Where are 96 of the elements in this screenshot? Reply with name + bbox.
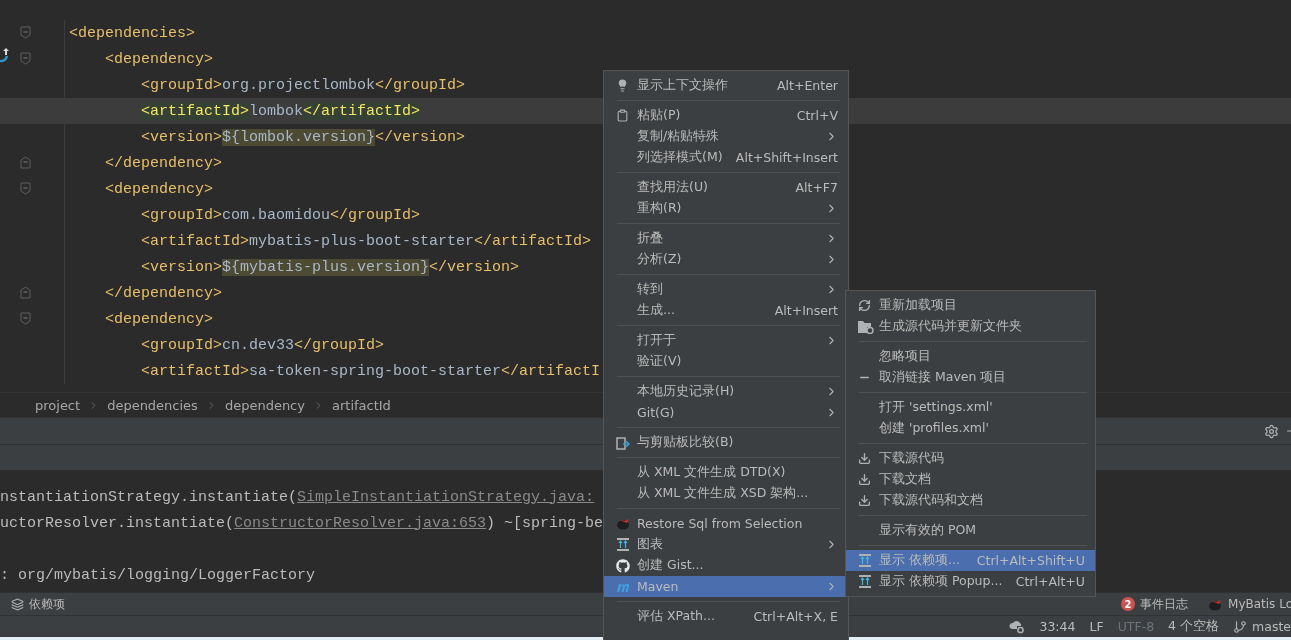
menu-item[interactable]: 打开于 [604, 330, 848, 351]
shortcut-text: Ctrl+Alt+X, E [753, 609, 838, 624]
code-line: <groupId>cn.dev33</groupId> [141, 336, 385, 354]
diagram-icon [858, 575, 872, 588]
breadcrumb-item[interactable]: artifactId [331, 397, 391, 413]
menu-item[interactable]: 从 XML 文件生成 DTD(X) [604, 462, 848, 483]
shortcut-text: Ctrl+Alt+U [1015, 574, 1085, 589]
menu-item[interactable]: 验证(V) [604, 351, 848, 372]
console-line: uctorResolver.instantiate(ConstructorResolver.java:653) ~[spring-be [0, 514, 604, 532]
branch-icon [1233, 619, 1248, 634]
code-line: <dependency> [105, 180, 214, 198]
status-item[interactable]: 33:44 [1039, 619, 1076, 634]
lightbulb-icon [616, 79, 629, 92]
event-log-tab[interactable]: 2 事件日志 [1121, 595, 1189, 613]
code-line: </dependency> [105, 154, 223, 172]
diagram-icon [616, 538, 630, 551]
menu-item[interactable]: 打开 'settings.xml' [846, 397, 1095, 418]
menu-item[interactable]: 从 XML 文件生成 XSD 架构... [604, 483, 848, 504]
bird-icon [1208, 597, 1224, 611]
download-icon [858, 494, 871, 507]
shortcut-text: Ctrl+Alt+Shift+U [976, 553, 1085, 568]
code-line: <dependency> [105, 50, 214, 68]
menu-item[interactable]: Git(G) [604, 402, 848, 423]
fold-marker-icon [20, 286, 31, 299]
code-line: <version>${lombok.version}</version> [141, 128, 466, 146]
branch-widget[interactable]: maste [1233, 619, 1291, 634]
reload-icon [858, 299, 871, 312]
menu-item[interactable]: 忽略项目 [846, 346, 1095, 367]
fold-marker-icon [20, 52, 31, 65]
code-line: <dependencies> [69, 24, 196, 42]
breadcrumb-item[interactable]: dependencies [107, 397, 198, 413]
clipboard-compare-icon [616, 435, 630, 450]
menu-item[interactable]: 列选择模式(M) Alt+Shift+Insert [604, 147, 848, 168]
fold-marker-icon [20, 182, 31, 195]
menu-item[interactable]: 下载文档 [846, 469, 1095, 490]
menu-item[interactable]: 取消链接 Maven 项目 [846, 367, 1095, 388]
code-line: <dependency> [105, 310, 214, 328]
menu-item[interactable]: 显示 依赖项 Popup... Ctrl+Alt+U [846, 571, 1095, 592]
menu-item[interactable]: 本地历史记录(H) [604, 381, 848, 402]
cloud-gear-icon[interactable] [1009, 619, 1026, 634]
code-line: <groupId>com.baomidou</groupId> [141, 206, 421, 224]
menu-item[interactable]: 生成源代码并更新文件夹 [846, 316, 1095, 337]
console-line: : org/mybatis/logging/LoggerFactory [0, 566, 316, 584]
menu-item[interactable]: 查找用法(U) Alt+F7 [604, 177, 848, 198]
menu-item[interactable]: Restore Sql from Selection [604, 513, 848, 534]
menu-item[interactable]: 转到 [604, 279, 848, 300]
menu-item[interactable]: 重构(R) [604, 198, 848, 219]
menu-item[interactable]: 显示有效的 POM [846, 520, 1095, 541]
shortcut-text: Alt+Insert [774, 303, 838, 318]
menu-item[interactable]: 折叠 [604, 228, 848, 249]
count-badge: 2 [1121, 597, 1136, 611]
shortcut-text: Ctrl+V [796, 108, 838, 123]
diagram-icon [858, 554, 872, 567]
shortcut-text: Alt+Enter [777, 78, 838, 93]
code-line: <artifactId>sa-token-spring-boot-starter</artifactI [141, 362, 601, 380]
menu-item[interactable]: 复制/粘贴特殊 [604, 126, 848, 147]
code-line: <groupId>org.projectlombok</groupId> [141, 76, 466, 94]
menu-item[interactable]: 图表 [604, 534, 848, 555]
menu-item[interactable]: 粘贴(P) Ctrl+V [604, 105, 848, 126]
settings-icon[interactable] [1264, 423, 1279, 439]
shortcut-text: Alt+F7 [795, 180, 838, 195]
console-line: nstantiationStrategy.instantiate(SimpleInstantiationStrategy.java: [0, 488, 595, 506]
menu-item[interactable]: 分析(Z) [604, 249, 848, 270]
branch-name: maste [1252, 619, 1291, 634]
folder-gear-icon [858, 319, 874, 334]
menu-item[interactable]: 生成... Alt+Insert [604, 300, 848, 321]
maven-icon [616, 581, 631, 592]
menu-item[interactable]: 下载源代码 [846, 448, 1095, 469]
layers-icon [11, 597, 24, 611]
menu-item[interactable]: 显示上下文操作 Alt+Enter [604, 75, 848, 96]
menu-item[interactable]: 评估 XPath... Ctrl+Alt+X, E [604, 606, 848, 627]
menu-item[interactable]: 创建 'profiles.xml' [846, 418, 1095, 439]
dependencies-tab[interactable]: 依赖项 [0, 595, 65, 613]
menu-item[interactable]: 下载源代码和文档 [846, 490, 1095, 511]
event-log-label: 事件日志 [1140, 595, 1189, 613]
fold-marker-icon [20, 26, 31, 39]
code-line: </dependency> [105, 284, 223, 302]
code-line: <version>${mybatis-plus.version}</version> [141, 258, 520, 276]
download-icon [858, 473, 871, 486]
clipboard-icon [616, 109, 629, 122]
code-line: <artifactId>lombok</artifactId> [141, 102, 421, 120]
status-item[interactable]: 4 个空格 [1168, 618, 1220, 635]
menu-item[interactable]: 创建 Gist... [604, 555, 848, 576]
code-line: <artifactId>mybatis-plus-boot-starter</artifactId> [141, 232, 592, 250]
status-item[interactable]: LF [1089, 619, 1104, 634]
menu-item[interactable]: 与剪贴板比较(B) [604, 432, 848, 453]
breadcrumb-item[interactable]: dependency [224, 397, 305, 413]
bird-icon [616, 517, 631, 530]
github-icon [616, 558, 630, 573]
fold-marker-icon [20, 312, 31, 325]
download-icon [858, 452, 871, 465]
fold-marker-icon [20, 156, 31, 169]
menu-item[interactable]: 重新加载项目 [846, 295, 1095, 316]
refresh-arrow-icon[interactable] [0, 48, 9, 63]
breadcrumb-item[interactable]: project [35, 397, 81, 413]
shortcut-text: Alt+Shift+Insert [735, 150, 838, 165]
